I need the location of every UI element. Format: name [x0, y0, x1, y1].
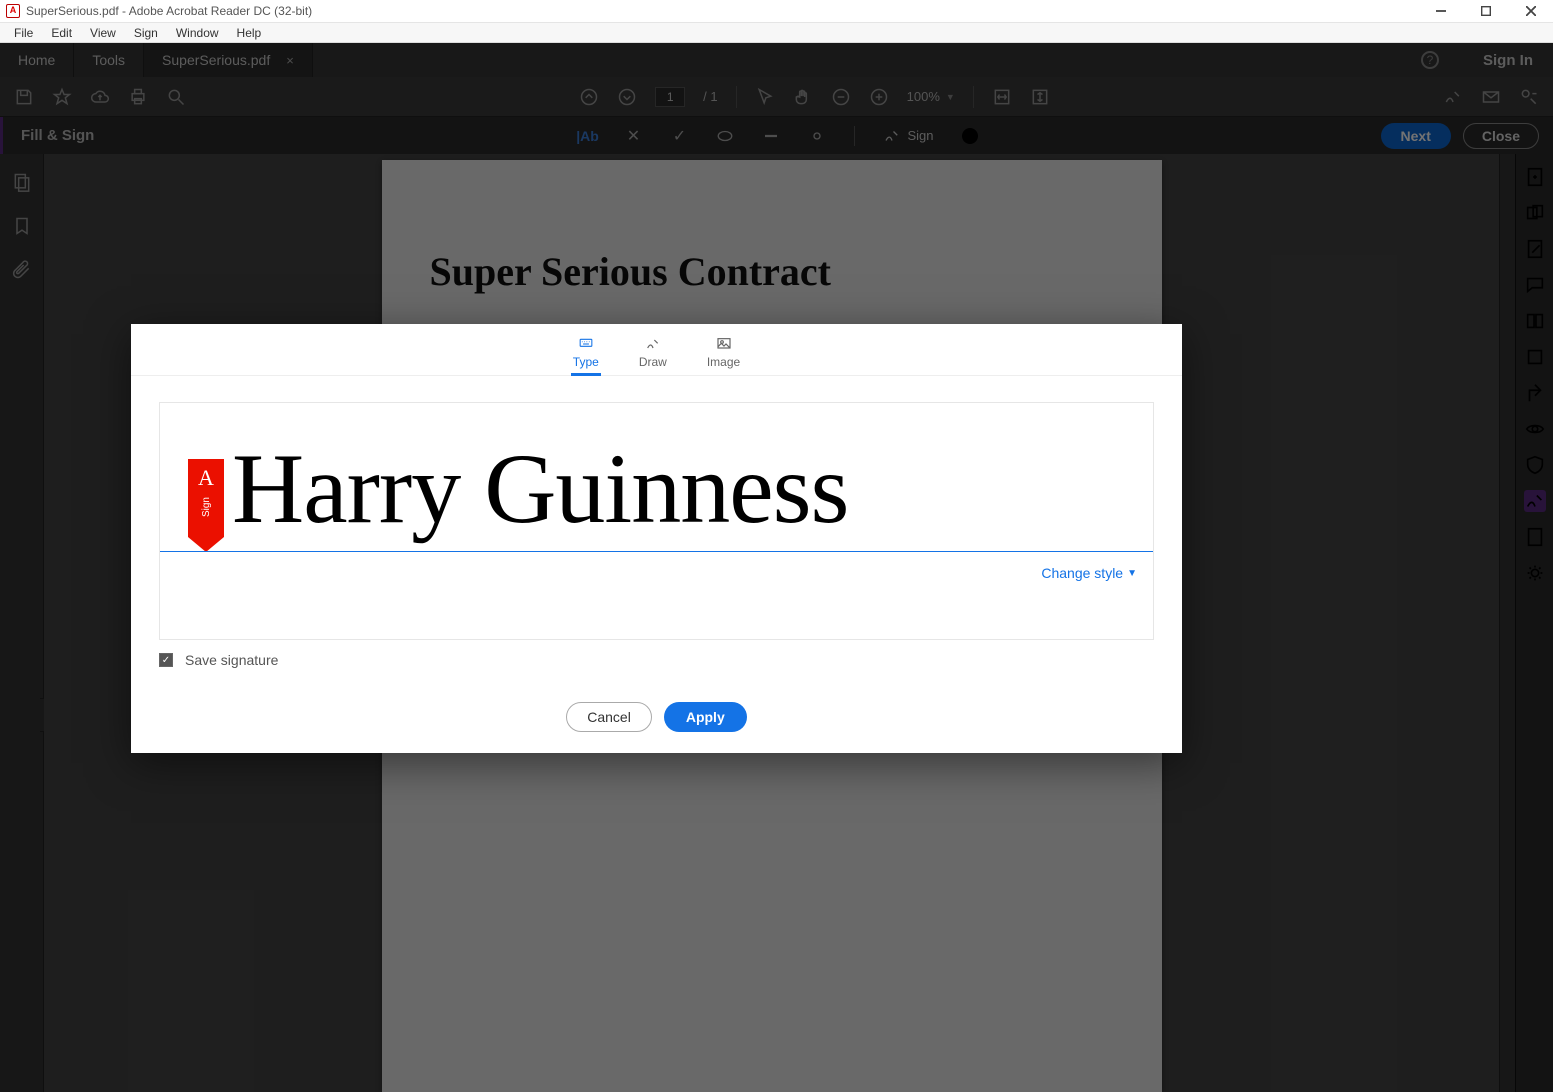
close-window-button[interactable] [1508, 0, 1553, 23]
save-signature-label: Save signature [185, 652, 278, 668]
image-icon [715, 336, 733, 352]
signature-tab-draw[interactable]: Draw [639, 336, 667, 369]
menu-help[interactable]: Help [229, 24, 270, 42]
change-style-button[interactable]: Change style ▼ [1041, 565, 1137, 581]
maximize-button[interactable] [1463, 0, 1508, 23]
menu-bar: File Edit View Sign Window Help [0, 23, 1553, 43]
minimize-button[interactable] [1418, 0, 1463, 23]
signature-underline [160, 551, 1153, 552]
sign-bookmark-icon: A Sign [188, 459, 224, 537]
menu-file[interactable]: File [6, 24, 41, 42]
signature-tab-type[interactable]: Type [573, 336, 599, 369]
signature-dialog: Type Draw Image A Sign Harry Guinness Ch… [131, 324, 1182, 753]
apply-button[interactable]: Apply [664, 702, 747, 732]
menu-sign[interactable]: Sign [126, 24, 166, 42]
title-bar: A SuperSerious.pdf - Adobe Acrobat Reade… [0, 0, 1553, 23]
menu-edit[interactable]: Edit [43, 24, 80, 42]
keyboard-icon [576, 336, 596, 352]
save-signature-checkbox[interactable]: ✓ [159, 653, 173, 667]
cancel-button[interactable]: Cancel [566, 702, 652, 732]
draw-icon [644, 336, 662, 352]
signature-tab-image[interactable]: Image [707, 336, 740, 369]
signature-canvas[interactable]: A Sign Harry Guinness Change style ▼ [159, 402, 1154, 640]
signature-text: Harry Guinness [232, 399, 848, 579]
app-icon: A [6, 4, 20, 18]
window-title: SuperSerious.pdf - Adobe Acrobat Reader … [26, 4, 312, 18]
menu-view[interactable]: View [82, 24, 124, 42]
menu-window[interactable]: Window [168, 24, 227, 42]
